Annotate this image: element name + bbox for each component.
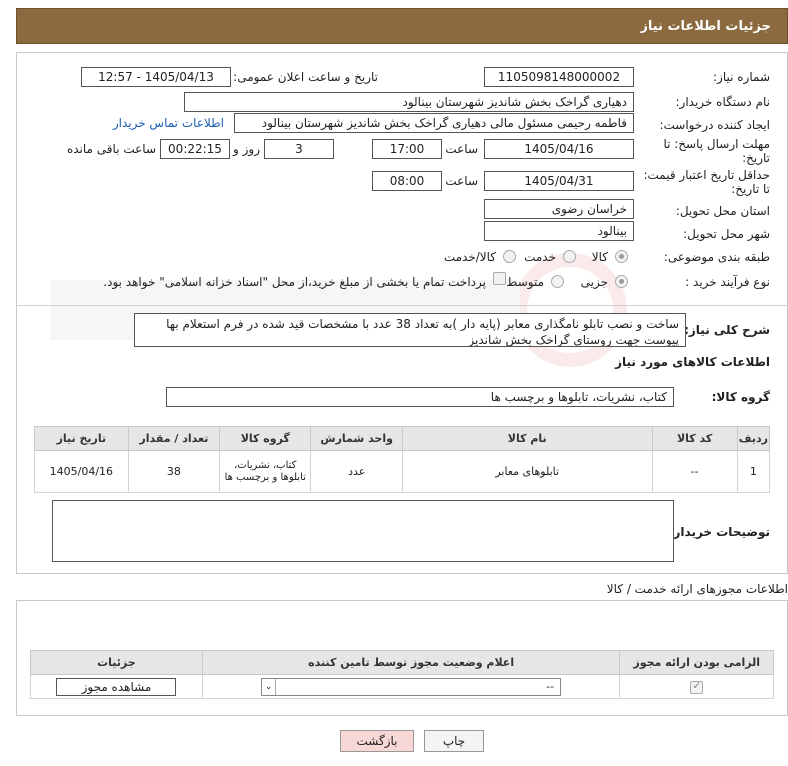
col-permit-details: جزئیات [30,650,203,675]
city-label: شهر محل تحویل: [683,227,770,241]
creator-field: فاطمه رحیمی مسئول مالی دهیاری گراخک بخش … [234,113,634,133]
goods-section-title: اطلاعات کالاهای مورد نیاز [615,355,770,369]
divider [16,305,788,306]
days-label: روز و [233,142,260,156]
col-code: کد کالا [651,426,738,451]
remaining-time-field: 00:22:15 [160,139,230,159]
need-number-field: 1105098148000002 [484,67,634,87]
cell-code: -- [651,450,738,493]
days-field: 3 [264,139,334,159]
price-validity-hour-label: ساعت [445,174,478,188]
treasury-payment-checkbox[interactable] [493,272,506,285]
buyer-notes-label: توضیحات خریدار: [668,525,770,539]
goods-group-label: گروه کالا: [711,390,770,404]
permits-table: الزامی بودن ارائه مجوز اعلام وضعیت مجوز … [30,650,774,699]
permits-title: اطلاعات مجوزهای ارائه خدمت / کالا [606,582,788,596]
buyer-notes-textarea[interactable] [52,500,674,562]
permit-required-checkbox [690,679,704,694]
price-validity-time-field: 08:00 [372,171,442,191]
view-permit-button[interactable]: مشاهده مجوز [56,677,177,696]
process-option-minor: جزیی [580,275,608,289]
description-label: شرح کلی نیاز: [684,323,770,337]
cell-permit-details: مشاهده مجوز [30,674,203,699]
permits-table-header: الزامی بودن ارائه مجوز اعلام وضعیت مجوز … [30,650,774,675]
category-option-service: خدمت [524,250,556,264]
price-validity-label: حداقل تاریخ اعتبار قیمت: تا تاریخ: [643,168,770,196]
process-radio-minor[interactable] [615,275,628,288]
goods-table-header: ردیف کد کالا نام کالا واحد شمارش گروه کا… [34,426,771,451]
chevron-down-icon: ⌄ [262,678,277,695]
col-row: ردیف [736,426,771,451]
permit-status-value: -- [546,679,555,693]
category-radio-goods-service[interactable] [503,250,516,263]
buyer-org-label: نام دستگاه خریدار: [675,95,771,109]
back-button[interactable]: بازگشت [340,730,414,752]
deadline-time-field: 17:00 [372,139,442,159]
buyer-contact-link[interactable]: اطلاعات تماس خریدار [113,116,224,130]
deadline-hour-label: ساعت [445,142,478,156]
col-permit-required: الزامی بودن ارائه مجوز [619,650,774,675]
deadline-date-field: 1405/04/16 [484,139,634,159]
col-permit-status: اعلام وضعیت مجوز توسط تامین کننده [201,650,621,675]
category-label: طبقه بندی موضوعی: [663,250,770,264]
description-textarea[interactable]: ساخت و نصب تابلو نامگذاری معابر (پایه دا… [134,313,686,347]
announce-label: تاریخ و ساعت اعلان عمومی: [233,70,378,84]
cell-permit-required [619,674,774,699]
permit-status-select[interactable]: -- ⌄ [261,677,562,696]
cell-qty: 38 [127,450,221,493]
remaining-label: ساعت باقی مانده [66,142,156,156]
col-qty: تعداد / مقدار [127,426,221,451]
category-radio-service[interactable] [563,250,576,263]
cell-name: تابلوهای معابر [401,450,653,493]
need-number-label: شماره نیاز: [713,70,770,84]
treasury-payment-text: پرداخت تمام یا بخشی از مبلغ خرید،از محل … [103,275,486,289]
page-title: جزئیات اطلاعات نیاز [640,19,771,34]
announce-field: 1405/04/13 - 12:57 [81,67,231,87]
cell-unit: عدد [310,450,403,493]
province-field: خراسان رضوی [484,199,634,219]
buyer-org-field: دهیاری گراخک بخش شاندیز شهرستان بینالود [184,92,634,112]
cell-group: کتاب، نشریات، تابلوها و برچسب ها [219,450,312,493]
price-validity-date-field: 1405/04/31 [484,171,634,191]
goods-group-field: کتاب، نشریات، تابلوها و برچسب ها [166,387,674,407]
process-option-medium: متوسط [506,275,544,289]
deadline-label: مهلت ارسال پاسخ: تا تاریخ: [663,137,770,165]
goods-table: ردیف کد کالا نام کالا واحد شمارش گروه کا… [34,426,771,493]
table-row: 1 -- تابلوهای معابر عدد کتاب، نشریات، تا… [34,450,771,493]
permit-row: -- ⌄ مشاهده مجوز [30,674,774,699]
cell-date: 1405/04/16 [34,450,129,493]
province-label: استان محل تحویل: [675,204,770,218]
city-field: بینالود [484,221,634,241]
col-name: نام کالا [401,426,653,451]
cell-row: 1 [736,450,771,493]
col-unit: واحد شمارش [310,426,403,451]
category-radio-goods[interactable] [615,250,628,263]
cell-permit-status: -- ⌄ [201,674,621,699]
creator-label: ایجاد کننده درخواست: [659,118,770,132]
process-radio-medium[interactable] [551,275,564,288]
col-date: تاریخ نیاز [34,426,129,451]
category-option-goods-service: کالا/خدمت [443,250,496,264]
col-group: گروه کالا [219,426,312,451]
print-button[interactable]: چاپ [424,730,484,752]
page-header: جزئیات اطلاعات نیاز [16,8,788,44]
category-option-goods: کالا [591,250,608,264]
process-label: نوع فرآیند خرید : [685,275,770,289]
